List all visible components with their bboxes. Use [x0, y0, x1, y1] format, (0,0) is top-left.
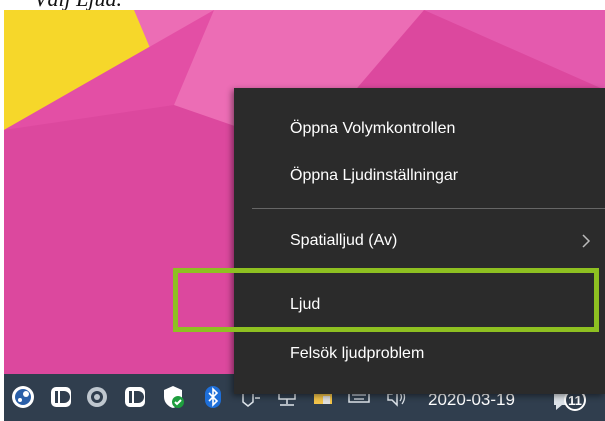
volume-context-menu: Öppna Volymkontrollen Öppna Ljudinställn…: [234, 88, 605, 394]
screenshot: Välj Ljud.: [0, 0, 605, 421]
menu-item-open-volume-mixer[interactable]: Öppna Volymkontrollen: [234, 109, 605, 149]
id-app-icon[interactable]: [48, 384, 74, 410]
menu-item-sounds[interactable]: Ljud: [234, 285, 605, 325]
menu-item-label: Spatialljud (Av): [290, 232, 398, 249]
chevron-right-icon: [582, 234, 591, 248]
menu-separator: [252, 208, 605, 209]
menu-item-label: Ljud: [290, 296, 321, 313]
menu-item-label: Öppna Ljudinställningar: [290, 167, 459, 184]
disc-app-icon[interactable]: [84, 384, 110, 410]
bluetooth-icon[interactable]: [200, 384, 226, 410]
wallpaper-pink-shape: [424, 10, 605, 90]
menu-item-label: Felsök ljudproblem: [290, 345, 425, 362]
security-shield-icon[interactable]: [160, 384, 186, 410]
menu-item-spatial-sound[interactable]: Spatialljud (Av): [234, 221, 605, 261]
instruction-caption: Välj Ljud.: [34, 0, 122, 10]
steam-icon[interactable]: [10, 384, 36, 410]
menu-item-open-sound-settings[interactable]: Öppna Ljudinställningar: [234, 156, 605, 196]
menu-item-troubleshoot-sound[interactable]: Felsök ljudproblem: [234, 334, 605, 374]
notification-count: 11: [568, 393, 582, 408]
menu-item-label: Öppna Volymkontrollen: [290, 120, 456, 137]
id-app-icon[interactable]: [122, 384, 148, 410]
